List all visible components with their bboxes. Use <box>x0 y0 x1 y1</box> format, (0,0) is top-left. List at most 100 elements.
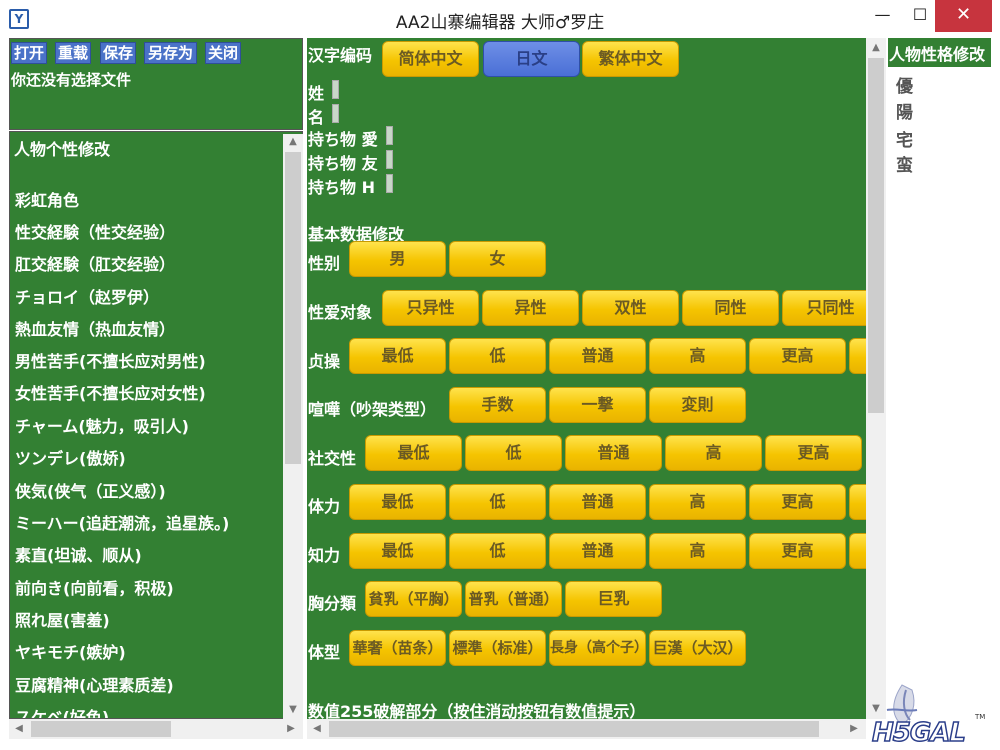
trait-item[interactable]: 肛交経験（肛交经验） <box>15 251 175 275</box>
social-option[interactable]: 高 <box>665 435 762 471</box>
trait-item[interactable]: ヤキモチ(嫉妒) <box>15 639 126 663</box>
traits-scrollbar[interactable]: ▲ ▼ <box>283 134 303 719</box>
chastity-option[interactable]: 高 <box>649 338 746 374</box>
personality-item[interactable]: 優 <box>896 72 913 97</box>
stamina-option[interactable]: 普通 <box>549 484 646 520</box>
scroll-up-icon[interactable]: ▲ <box>283 134 303 150</box>
scroll-right-icon[interactable]: ▶ <box>844 721 864 737</box>
reload-button[interactable]: 重载 <box>55 42 91 64</box>
trait-item[interactable]: スケベ(好色) <box>15 704 109 718</box>
trait-item[interactable]: 侠気(侠气（正义感）) <box>15 478 166 502</box>
fight-option[interactable]: 手数 <box>449 387 546 423</box>
intellect-option[interactable]: 普通 <box>549 533 646 569</box>
scroll-left-icon[interactable]: ◀ <box>307 721 327 737</box>
body-option[interactable]: 長身（高个子） <box>549 630 646 666</box>
body-option[interactable]: 華奢（苗条） <box>349 630 446 666</box>
orientation-option[interactable]: 双性 <box>582 290 679 326</box>
minimize-button[interactable]: — <box>860 0 905 32</box>
fight-option[interactable]: 一撃 <box>549 387 646 423</box>
gender-female-button[interactable]: 女 <box>449 241 546 277</box>
scroll-down-icon[interactable]: ▼ <box>283 702 303 718</box>
gender-male-button[interactable]: 男 <box>349 241 446 277</box>
traits-panel: 人物个性修改 彩虹角色 性交経験（性交经验） 肛交経験（肛交经验） チョロイ（赵… <box>9 131 303 719</box>
trait-item[interactable]: 前向き(向前看，积极) <box>15 575 174 599</box>
social-option[interactable]: 更高 <box>765 435 862 471</box>
scroll-left-icon[interactable]: ◀ <box>9 721 29 737</box>
trait-item[interactable]: ミーハー(追赶潮流，追星族。) <box>15 510 229 534</box>
trait-item[interactable]: 豆腐精神(心理素质差) <box>15 672 174 696</box>
scroll-right-icon[interactable]: ▶ <box>281 721 301 737</box>
save-as-button[interactable]: 另存为 <box>144 42 197 64</box>
personality-item[interactable]: 宅 <box>896 126 913 151</box>
scroll-up-icon[interactable]: ▲ <box>866 40 886 56</box>
gender-label: 性别 <box>308 254 341 273</box>
open-button[interactable]: 打开 <box>11 42 47 64</box>
stamina-option[interactable]: 低 <box>449 484 546 520</box>
traits-hscrollbar[interactable]: ◀ ▶ <box>9 719 303 739</box>
social-option[interactable]: 普通 <box>565 435 662 471</box>
stamina-option[interactable]: 最低 <box>349 484 446 520</box>
traits-hscroll-thumb[interactable] <box>31 721 171 737</box>
main-hscrollbar[interactable]: ◀ ▶ <box>307 719 866 739</box>
main-panel: 汉字编码 简体中文 日文 繁体中文 姓 名 持ち物 愛 持ち物 友 持ち物 H … <box>307 38 886 719</box>
social-label: 社交性 <box>308 449 357 468</box>
surname-input[interactable] <box>332 80 339 99</box>
orientation-label: 性爱对象 <box>308 303 373 322</box>
orientation-option[interactable]: 异性 <box>482 290 579 326</box>
orientation-option[interactable]: 只异性 <box>382 290 479 326</box>
body-option[interactable]: 標準（标准） <box>449 630 546 666</box>
main-hscroll-thumb[interactable] <box>329 721 819 737</box>
trait-item[interactable]: チャーム(魅力，吸引人) <box>15 413 189 437</box>
stamina-option[interactable]: 更高 <box>749 484 846 520</box>
personality-item[interactable]: 陽 <box>896 98 913 123</box>
chest-option[interactable]: 普乳（普通） <box>465 581 562 617</box>
chastity-option[interactable]: 更高 <box>749 338 846 374</box>
trait-item[interactable]: 素直(坦诚、顺从) <box>15 542 142 566</box>
save-button[interactable]: 保存 <box>100 42 136 64</box>
orientation-option[interactable]: 同性 <box>682 290 779 326</box>
fight-option[interactable]: 変則 <box>649 387 746 423</box>
encoding-japanese-button[interactable]: 日文 <box>483 41 580 77</box>
trademark-mark: TM <box>975 713 986 721</box>
chest-option[interactable]: 巨乳 <box>565 581 662 617</box>
orientation-option[interactable]: 只同性 <box>782 290 879 326</box>
items-friend-input[interactable] <box>386 150 393 169</box>
trait-item[interactable]: 性交経験（性交经验） <box>15 219 175 243</box>
maximize-button[interactable]: ☐ <box>905 0 935 32</box>
chastity-option[interactable]: 普通 <box>549 338 646 374</box>
trait-item[interactable]: 彩虹角色 <box>15 187 79 211</box>
chastity-option[interactable]: 低 <box>449 338 546 374</box>
intellect-option[interactable]: 低 <box>449 533 546 569</box>
trait-item[interactable]: チョロイ（赵罗伊） <box>15 284 159 308</box>
encoding-traditional-button[interactable]: 繁体中文 <box>582 41 679 77</box>
intellect-option[interactable]: 最低 <box>349 533 446 569</box>
trait-item[interactable]: 照れ屋(害羞) <box>15 607 110 631</box>
chastity-option[interactable]: 最低 <box>349 338 446 374</box>
intellect-option[interactable]: 更高 <box>749 533 846 569</box>
givenname-input[interactable] <box>332 104 339 123</box>
items-h-label: 持ち物 H <box>308 178 375 197</box>
trait-item[interactable]: 男性苦手(不擅长应对男性) <box>15 348 206 372</box>
close-window-button[interactable]: ✕ <box>935 0 992 32</box>
trait-item[interactable]: 熱血友情（热血友情） <box>15 316 175 340</box>
close-file-button[interactable]: 关闭 <box>205 42 241 64</box>
h5gal-logo: H5GAL TM <box>871 680 987 749</box>
social-option[interactable]: 最低 <box>365 435 462 471</box>
traits-scroll-thumb[interactable] <box>285 152 301 464</box>
items-love-input[interactable] <box>386 126 393 145</box>
items-h-input[interactable] <box>386 174 393 193</box>
chest-option[interactable]: 貧乳（平胸） <box>365 581 462 617</box>
stamina-option[interactable]: 高 <box>649 484 746 520</box>
fight-label: 喧嘩（吵架类型） <box>308 400 437 419</box>
traits-title: 人物个性修改 <box>14 140 111 159</box>
title-bar: Y AA2山寨编辑器 大师♂罗庄 — ☐ ✕ <box>0 0 1000 38</box>
trait-item[interactable]: ツンデレ(傲娇) <box>15 445 126 469</box>
personality-item[interactable]: 蛮 <box>896 151 913 176</box>
social-option[interactable]: 低 <box>465 435 562 471</box>
encoding-simplified-button[interactable]: 简体中文 <box>382 41 479 77</box>
main-scrollbar[interactable]: ▲ ▼ <box>866 38 886 719</box>
intellect-option[interactable]: 高 <box>649 533 746 569</box>
trait-item[interactable]: 女性苦手(不擅长应对女性) <box>15 380 206 404</box>
body-option[interactable]: 巨漢（大汉） <box>649 630 746 666</box>
main-scroll-thumb[interactable] <box>868 58 884 413</box>
